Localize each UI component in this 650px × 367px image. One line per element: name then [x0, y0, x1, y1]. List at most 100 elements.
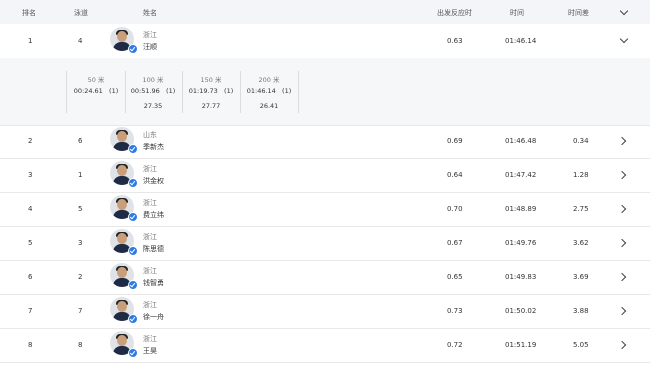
lane-cell: 1 [78, 171, 83, 179]
split-rank: (1) [166, 87, 176, 95]
diff-cell: 1.28 [573, 171, 589, 179]
athlete-name: 汪顺 [143, 43, 157, 51]
header-rank: 排名 [22, 9, 36, 17]
split-time-line: 00:24.61 (1) [67, 87, 125, 95]
split-cell: 50 米 00:24.61 (1) [66, 71, 126, 113]
time-cell: 01:49.83 [505, 273, 537, 281]
expand-row-icon[interactable] [617, 340, 627, 350]
expand-row-icon[interactable] [617, 204, 627, 214]
lane-cell: 8 [78, 341, 83, 349]
lane-cell: 7 [78, 307, 83, 315]
athlete-province: 浙江 [143, 301, 157, 309]
split-rank: (1) [109, 87, 119, 95]
time-cell: 01:48.89 [505, 205, 537, 213]
athlete-province: 浙江 [143, 165, 157, 173]
time-cell: 01:46.14 [505, 37, 537, 45]
reaction-cell: 0.73 [447, 307, 463, 315]
diff-cell: 3.69 [573, 273, 589, 281]
expand-row-icon[interactable] [617, 238, 627, 248]
time-cell: 01:51.19 [505, 341, 537, 349]
header-diff: 时间差 [568, 9, 589, 17]
split-time: 01:19.73 [188, 87, 218, 95]
split-time: 00:51.96 [130, 87, 160, 95]
reaction-cell: 0.69 [447, 137, 463, 145]
reaction-cell: 0.65 [447, 273, 463, 281]
rank-cell: 2 [28, 137, 33, 145]
rank-cell: 4 [28, 205, 33, 213]
diff-cell: 3.88 [573, 307, 589, 315]
diff-cell: 2.75 [573, 205, 589, 213]
lane-cell: 4 [78, 37, 83, 45]
athlete-province: 浙江 [143, 233, 157, 241]
athlete-province: 浙江 [143, 199, 157, 207]
expand-row-icon[interactable] [617, 272, 627, 282]
split-times-panel: 50 米 00:24.61 (1) 100 米 00:51.96 (1) 27.35 15… [0, 58, 650, 126]
header-name: 姓名 [143, 9, 157, 17]
result-row[interactable]: 2 6 山东 季新杰 0.69 01:46.48 0.34 [0, 124, 650, 159]
split-rank: (1) [224, 87, 234, 95]
split-distance: 50 米 [87, 76, 105, 84]
result-row[interactable]: 5 3 浙江 陈思德 0.67 01:49.76 3.62 [0, 226, 650, 261]
verified-badge-icon [128, 44, 138, 54]
reaction-cell: 0.70 [447, 205, 463, 213]
result-row[interactable]: 3 1 浙江洪金权 0.64 01:47.42 1.28 [0, 158, 650, 193]
split-time-line: 01:46.14 (1) [240, 87, 298, 95]
diff-cell: 3.62 [573, 239, 589, 247]
result-row[interactable]: 4 5 浙江费立纬 0.70 01:48.89 2.75 [0, 192, 650, 227]
split-gap: 27.35 [143, 102, 163, 110]
verified-badge-icon [128, 144, 138, 154]
result-row[interactable]: 6 2 浙江 钱智勇 0.65 01:49.83 3.69 [0, 260, 650, 295]
result-row[interactable]: 8 8 浙江 王昊 0.72 01:51.19 5.05 [0, 328, 650, 363]
split-gap: 26.41 [259, 102, 279, 110]
expand-row-icon[interactable] [617, 136, 627, 146]
athlete-name: 徐一舟 [143, 313, 164, 321]
athlete-province: 浙江 [143, 335, 157, 343]
verified-badge-icon [128, 314, 138, 324]
verified-badge-icon [128, 280, 138, 290]
rank-cell: 5 [28, 239, 33, 247]
verified-badge-icon [128, 348, 138, 358]
split-distance: 200 米 [258, 76, 280, 84]
collapse-row-icon[interactable] [619, 34, 629, 44]
rank-cell: 3 [28, 171, 33, 179]
rank-cell: 6 [28, 273, 33, 281]
rank-cell: 8 [28, 341, 33, 349]
expand-row-icon[interactable] [617, 170, 627, 180]
split-distance: 100 米 [142, 76, 164, 84]
split-cell: 200 米 01:46.14 (1) 26.41 [240, 71, 299, 113]
time-cell: 01:50.02 [505, 307, 537, 315]
split-time-line: 00:51.96 (1) [124, 87, 182, 95]
athlete-name: 王昊 [143, 347, 157, 355]
result-row[interactable]: 7 7 浙江徐一舟 0.73 01:50.02 3.88 [0, 294, 650, 329]
lane-cell: 2 [78, 273, 83, 281]
split-cell: 150 米 01:19.73 (1) 27.77 [182, 71, 241, 113]
rank-cell: 7 [28, 307, 33, 315]
athlete-province: 山东 [143, 131, 157, 139]
collapse-all-icon[interactable] [619, 6, 629, 16]
lane-cell: 6 [78, 137, 83, 145]
time-cell: 01:46.48 [505, 137, 537, 145]
header-reaction: 出发反应时 [437, 9, 472, 17]
diff-cell: 5.05 [573, 341, 589, 349]
split-time: 00:24.61 [73, 87, 103, 95]
athlete-name: 费立纬 [143, 211, 164, 219]
result-row[interactable]: 1 4 浙江 汪顺 0.63 01:46.14 [0, 24, 650, 59]
split-gap: 27.77 [201, 102, 221, 110]
verified-badge-icon [128, 212, 138, 222]
verified-badge-icon [128, 178, 138, 188]
header-time: 时间 [510, 9, 524, 17]
rank-cell: 1 [28, 37, 33, 45]
athlete-province: 浙江 [143, 267, 157, 275]
reaction-cell: 0.64 [447, 171, 463, 179]
lane-cell: 3 [78, 239, 83, 247]
lane-cell: 5 [78, 205, 83, 213]
split-cell: 100 米 00:51.96 (1) 27.35 [124, 71, 183, 113]
header-lane: 泳道 [74, 9, 88, 17]
athlete-name: 洪金权 [143, 177, 164, 185]
split-distance: 150 米 [200, 76, 222, 84]
expand-row-icon[interactable] [617, 306, 627, 316]
split-time: 01:46.14 [246, 87, 276, 95]
time-cell: 01:47.42 [505, 171, 537, 179]
verified-badge-icon [128, 246, 138, 256]
reaction-cell: 0.67 [447, 239, 463, 247]
